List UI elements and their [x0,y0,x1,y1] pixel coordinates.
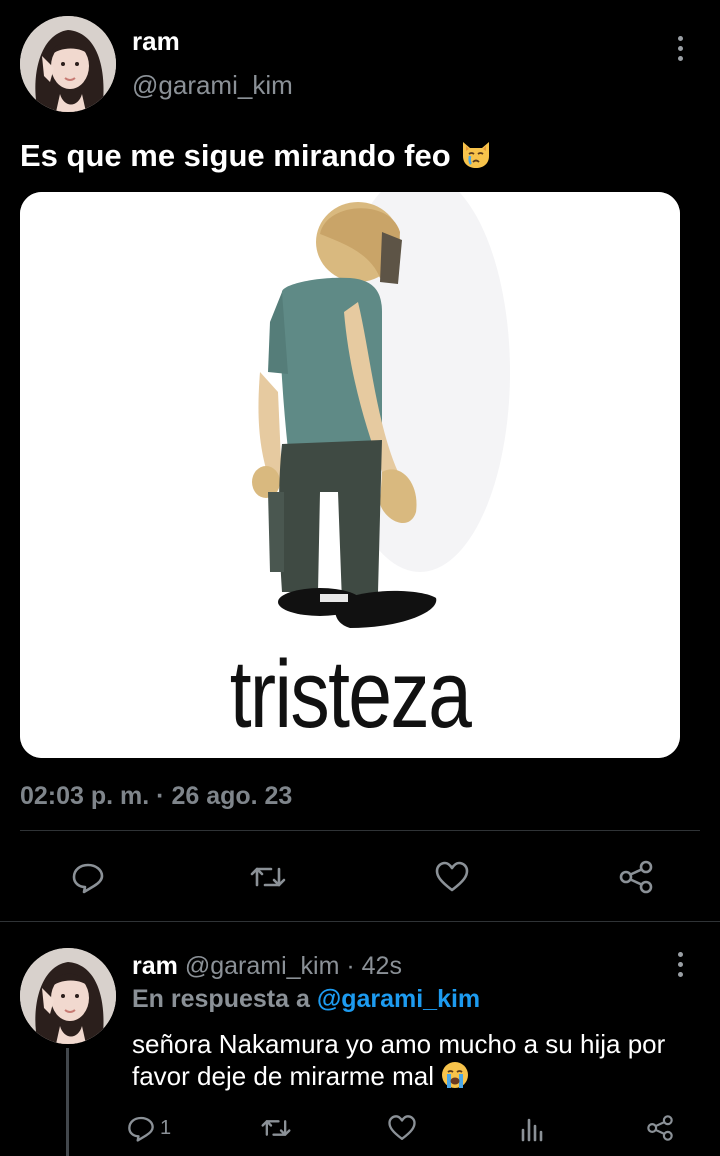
divider [0,921,720,922]
divider [20,830,700,831]
heart-icon [435,861,469,892]
tweet-time[interactable]: · 42s [346,952,402,980]
analytics-button[interactable] [510,1106,554,1150]
retweet-button[interactable] [254,1106,298,1150]
share-icon [619,860,653,894]
replying-to-link[interactable]: @garami_kim [317,985,480,1013]
reply-button[interactable] [66,855,110,899]
tweet-timestamp[interactable]: 02:03 p. m. · 26 ago. 23 [20,782,292,811]
like-button[interactable] [380,1106,424,1150]
reply-count: 1 [160,1116,172,1139]
loudly-crying-emoji [441,1061,469,1096]
reply-icon [128,1116,154,1142]
analytics-icon [521,1118,543,1142]
share-icon [647,1115,673,1141]
profile-photo [20,948,116,1044]
retweet-icon [250,867,286,887]
author-name[interactable]: ram [132,26,180,57]
author-name[interactable]: ram [132,952,178,980]
reply-icon [72,863,104,894]
meme-caption: tristeza [229,641,472,748]
tweet-text-container: Es que me sigue mirando feo [20,136,493,178]
tweet-text: señora Nakamura yo amo mucho a su hija p… [132,1029,666,1091]
tweet-text-container: señora Nakamura yo amo mucho a su hija p… [132,1028,702,1096]
like-button[interactable] [430,855,474,899]
share-button[interactable] [614,855,658,899]
replying-prefix: En respuesta a [132,985,310,1013]
profile-photo [20,16,116,112]
retweet-button[interactable] [246,855,290,899]
more-options-icon[interactable] [670,32,690,64]
reply-header: ram @garami_kim · 42s [132,952,402,981]
retweet-icon [261,1120,291,1136]
tweet-image[interactable]: tristeza [20,192,680,758]
thread-line [66,1048,69,1156]
share-button[interactable] [638,1106,682,1150]
author-handle[interactable]: @garami_kim [132,70,293,101]
crying-cat-emoji [459,136,493,178]
replying-to: En respuesta a @garami_kim [132,985,480,1014]
reply-button[interactable]: 1 [126,1106,196,1150]
author-handle[interactable]: @garami_kim [185,952,340,980]
tweet-text: Es que me sigue mirando feo [20,138,451,173]
more-options-icon[interactable] [670,948,690,980]
heart-icon [388,1115,416,1140]
avatar[interactable] [20,16,116,112]
avatar[interactable] [20,948,116,1044]
